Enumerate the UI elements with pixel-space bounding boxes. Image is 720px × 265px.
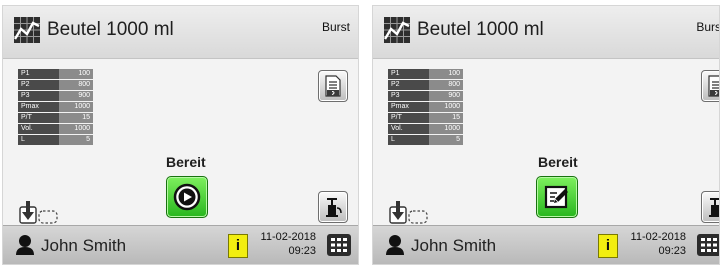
param-key: Vol. (388, 124, 429, 134)
table-row: Pmax 1000 (388, 102, 463, 112)
table-row: P1 100 (388, 69, 463, 79)
param-value: 1000 (428, 102, 463, 112)
param-value: 5 (428, 135, 463, 145)
test-mode-label: Burs (696, 20, 720, 34)
program-title: Beutel 1000 ml (417, 19, 544, 40)
pump-icon (326, 198, 342, 217)
info-button[interactable]: i (228, 234, 248, 258)
param-key: P/T (18, 113, 59, 123)
device-screen-2: Beutel 1000 ml Burs P1 100 P2 800 P3 900 Pm… (372, 5, 720, 265)
param-key: L (18, 135, 59, 145)
param-key: P1 (388, 69, 429, 79)
parameter-table: P1 100 P2 800 P3 900 Pmax 1000 P/T 15 Vol. 100… (388, 68, 463, 146)
date-text: 11-02-2018 (260, 231, 316, 243)
param-value: 800 (428, 80, 463, 90)
param-key: P1 (18, 69, 59, 79)
param-key: P3 (388, 91, 429, 101)
menu-button[interactable] (327, 234, 351, 256)
datetime: 11-02-2018 09:23 (256, 230, 316, 258)
program-chart-icon (384, 17, 410, 43)
table-row: L5 (388, 135, 463, 145)
parameter-table: P1 100 P2 800 P3 900 Pmax 1000 P/T 15 Vol. 100… (18, 68, 93, 146)
table-row: P1 100 (18, 69, 93, 79)
datetime: 11-02-2018 09:23 (626, 230, 686, 258)
table-row: Pmax 1000 (18, 102, 93, 112)
menu-button[interactable] (697, 234, 719, 256)
footer-bar: John Smith i 11-02-2018 09:23 (3, 225, 358, 264)
device-screen-1: Beutel 1000 ml Burst P1 100 P2 800 P3 900 P… (2, 5, 359, 265)
param-value: 100 (58, 69, 93, 79)
param-value: 900 (58, 91, 93, 101)
param-key: P3 (18, 91, 59, 101)
table-row: P/T 15 (18, 113, 93, 123)
param-value: 1000 (428, 124, 463, 134)
header-bar: Beutel 1000 ml Burst (3, 6, 358, 59)
table-row: L5 (18, 135, 93, 145)
param-value: 100 (428, 69, 463, 79)
status-text: Bereit (538, 154, 578, 170)
user-icon (386, 235, 404, 255)
table-row: P3 900 (388, 91, 463, 101)
time-text: 09:23 (288, 245, 316, 257)
start-test-button[interactable] (166, 176, 208, 218)
test-mode-label: Burst (321, 20, 350, 34)
table-row: P2 800 (18, 80, 93, 90)
bag-clamp-icon[interactable] (18, 201, 60, 225)
grid-menu-icon (331, 238, 347, 252)
param-value: 15 (428, 113, 463, 123)
pump-button[interactable] (701, 191, 719, 223)
table-row: P/T 15 (388, 113, 463, 123)
pump-button[interactable] (318, 191, 348, 223)
document-button[interactable] (318, 70, 348, 102)
edit-program-button[interactable] (536, 176, 578, 218)
document-icon (325, 75, 341, 97)
param-key: P2 (18, 80, 59, 90)
status-text: Bereit (166, 154, 206, 170)
param-key: L (388, 135, 429, 145)
header-bar: Beutel 1000 ml Burs (373, 6, 719, 59)
param-value: 1000 (58, 102, 93, 112)
program-title: Beutel 1000 ml (47, 19, 174, 40)
info-button[interactable]: i (598, 234, 618, 258)
param-key: P/T (388, 113, 429, 123)
table-row: Vol. 1000 (18, 124, 93, 134)
footer-bar: John Smith i 11-02-2018 09:23 (373, 225, 719, 264)
user-icon (16, 235, 34, 255)
play-icon (173, 183, 201, 211)
bag-clamp-icon[interactable] (388, 201, 430, 225)
edit-icon (544, 185, 568, 209)
table-row: P3 900 (18, 91, 93, 101)
param-key: P2 (388, 80, 429, 90)
document-button[interactable] (701, 70, 719, 102)
param-value: 1000 (58, 124, 93, 134)
time-text: 09:23 (658, 245, 686, 257)
table-row: Vol. 1000 (388, 124, 463, 134)
document-icon (708, 75, 719, 97)
pump-icon (709, 198, 719, 217)
param-key: Pmax (18, 102, 59, 112)
param-value: 800 (58, 80, 93, 90)
grid-menu-icon (701, 238, 717, 252)
param-key: Vol. (18, 124, 59, 134)
table-row: P2 800 (388, 80, 463, 90)
user-name: John Smith (41, 236, 127, 255)
param-key: Pmax (388, 102, 429, 112)
param-value: 5 (58, 135, 93, 145)
param-value: 900 (428, 91, 463, 101)
param-value: 15 (58, 113, 93, 123)
program-chart-icon (14, 17, 40, 43)
user-name: John Smith (411, 236, 497, 255)
date-text: 11-02-2018 (630, 231, 686, 243)
